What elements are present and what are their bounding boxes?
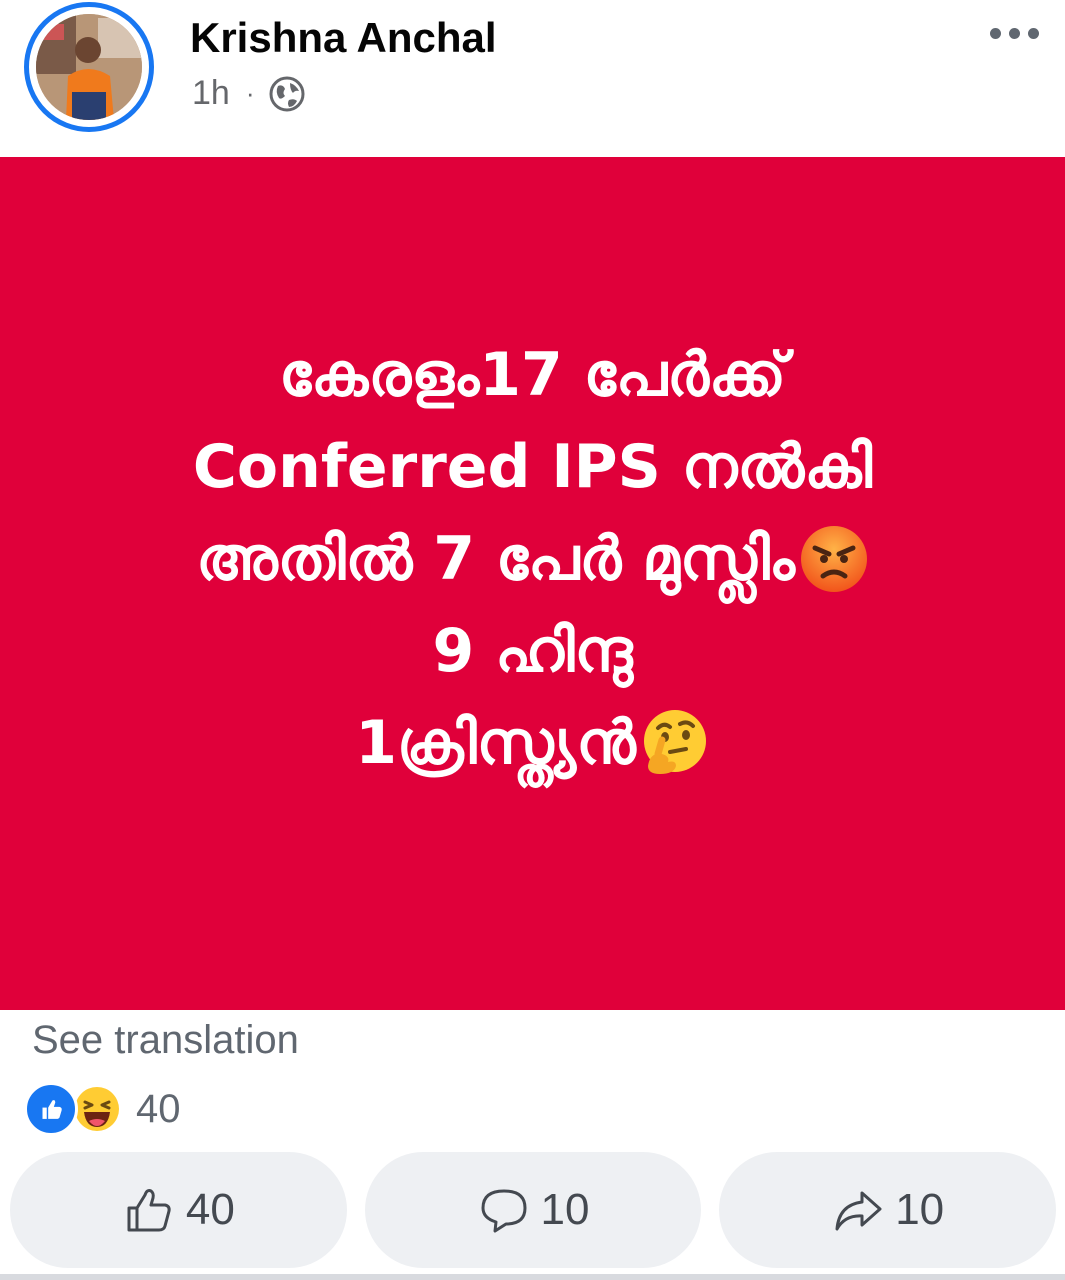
post-text-line-5: 1ക്രിസ്ത്യൻ (355, 697, 710, 789)
more-dot (990, 28, 1001, 39)
post-text-line-4: 9 ഹിന്ദു (432, 605, 632, 697)
post-text-line-1: കേരളം17 പേർക്ക് (279, 329, 786, 421)
globe-icon (269, 76, 305, 112)
see-translation-link[interactable]: See translation (32, 1018, 299, 1063)
like-reaction-icon (24, 1082, 78, 1136)
post-text: അതിൽ 7 പേർ മുസ്ലിം (196, 523, 795, 594)
meta-separator: · (245, 78, 255, 108)
divider (0, 1274, 1065, 1280)
more-options-button[interactable] (990, 28, 1039, 39)
reaction-summary[interactable]: 40 (24, 1082, 181, 1136)
comment-button[interactable]: 10 (364, 1152, 702, 1268)
angry-face-emoji (799, 524, 869, 594)
share-icon (831, 1183, 885, 1237)
thumbs-up-icon (122, 1183, 176, 1237)
post-image[interactable]: കേരളം17 പേർക്ക് Conferred IPS നൽകി അതിൽ … (0, 157, 1065, 1010)
post-time[interactable]: 1h (192, 74, 230, 113)
more-dot (1009, 28, 1020, 39)
post-text: Conferred IPS നൽകി (192, 431, 873, 502)
like-count: 40 (185, 1185, 235, 1234)
post-meta: 1h · (192, 74, 305, 113)
author-name[interactable]: Krishna Anchal (190, 14, 497, 62)
avatar-story-ring[interactable] (24, 2, 154, 132)
comment-icon (477, 1183, 531, 1237)
haha-reaction-icon (70, 1082, 124, 1136)
post-text: 9 ഹിന്ദു (432, 615, 633, 686)
share-count: 10 (895, 1185, 945, 1234)
post-text-line-3: അതിൽ 7 പേർ മുസ്ലിം (196, 513, 869, 605)
post-text: കേരളം17 പേർക്ക് (278, 339, 787, 410)
post-text-line-2: Conferred IPS നൽകി (193, 421, 872, 513)
share-button[interactable]: 10 (719, 1152, 1057, 1268)
post-header: Krishna Anchal 1h · (0, 0, 1065, 157)
post-actions: 40 10 10 (10, 1152, 1057, 1270)
like-button[interactable]: 40 (10, 1152, 347, 1268)
reaction-count: 40 (136, 1086, 181, 1131)
thinking-face-emoji (640, 708, 710, 778)
more-dot (1028, 28, 1039, 39)
post-text: 1ക്രിസ്ത്യൻ (355, 707, 636, 778)
comment-count: 10 (540, 1185, 590, 1234)
avatar[interactable] (36, 14, 142, 120)
